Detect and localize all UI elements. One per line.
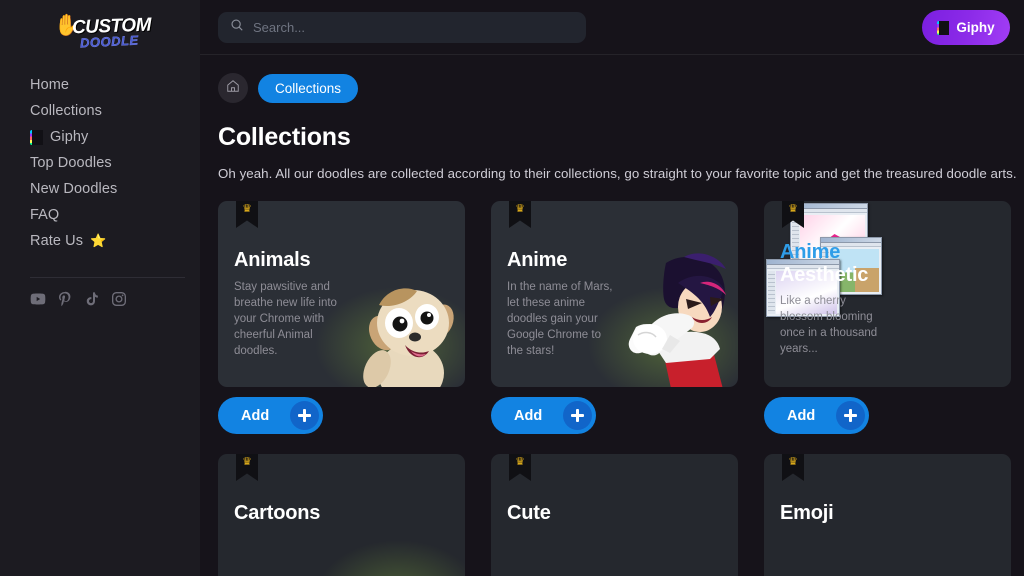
sidebar-item-collections[interactable]: Collections bbox=[30, 98, 200, 124]
page-title: Collections bbox=[218, 123, 351, 151]
plus-icon bbox=[836, 401, 865, 430]
plus-icon bbox=[563, 401, 592, 430]
logo-word-bottom: DOODLE bbox=[79, 32, 139, 51]
add-button-label: Add bbox=[787, 407, 816, 424]
search-placeholder: Search... bbox=[253, 19, 306, 35]
card-title-text: Cartoons bbox=[234, 502, 321, 524]
collection-cell: ♛ Anime Aesthetic Like a cherry blossom … bbox=[764, 201, 1011, 434]
collection-card-cute[interactable]: ♛ Cute bbox=[491, 454, 738, 576]
card-title: Anime bbox=[507, 249, 567, 272]
card-title: Cartoons bbox=[234, 502, 320, 525]
card-title-text: Emoji bbox=[780, 502, 834, 524]
emoji-art bbox=[881, 530, 1011, 576]
search-icon bbox=[230, 18, 244, 37]
collection-cell: ♛ Emoji bbox=[764, 454, 1011, 576]
app-logo[interactable]: ✋ CUSTOM DOODLE bbox=[0, 0, 200, 56]
social-links bbox=[30, 291, 127, 307]
card-title: Animals bbox=[234, 249, 311, 272]
youtube-icon[interactable] bbox=[30, 291, 46, 307]
add-button[interactable]: Add bbox=[491, 397, 596, 434]
instagram-icon[interactable] bbox=[111, 291, 127, 307]
collection-card-anime-aesthetic[interactable]: ♛ Anime Aesthetic Like a cherry blossom … bbox=[764, 201, 1011, 387]
giphy-button[interactable]: Giphy bbox=[922, 10, 1010, 45]
collection-cell: ♛ Anime In the name of Mars, let these a… bbox=[491, 201, 738, 434]
app-root: ✋ CUSTOM DOODLE Home Collections Giphy T… bbox=[0, 0, 1024, 576]
giphy-button-label: Giphy bbox=[956, 20, 995, 35]
add-button[interactable]: Add bbox=[218, 397, 323, 434]
search-input[interactable]: Search... bbox=[218, 11, 586, 43]
collection-card-emoji[interactable]: ♛ Emoji bbox=[764, 454, 1011, 576]
breadcrumb: Collections bbox=[200, 55, 1024, 103]
cute-art bbox=[608, 530, 738, 576]
sidebar-item-giphy[interactable]: Giphy bbox=[30, 124, 200, 150]
main-content: Search... Giphy Collections Collections … bbox=[200, 0, 1024, 576]
collection-card-animals[interactable]: ♛ Animals Stay pawsitive and breathe new… bbox=[218, 201, 465, 387]
card-title: Cute bbox=[507, 502, 551, 525]
sidebar-item-top-doodles[interactable]: Top Doodles bbox=[30, 150, 200, 176]
sidebar-item-label: New Doodles bbox=[30, 181, 118, 197]
top-header: Search... Giphy bbox=[200, 0, 1024, 55]
card-description: Like a cherry blossom blooming once in a… bbox=[780, 295, 878, 355]
add-button-label: Add bbox=[514, 407, 543, 424]
sidebar-item-label: Collections bbox=[30, 103, 103, 119]
page-description: Oh yeah. All our doodles are collected a… bbox=[218, 166, 1017, 181]
sidebar: ✋ CUSTOM DOODLE Home Collections Giphy T… bbox=[0, 0, 200, 576]
anime-girl-art bbox=[628, 253, 726, 387]
sidebar-item-label: Rate Us bbox=[30, 233, 84, 249]
sidebar-item-label: Home bbox=[30, 77, 70, 93]
breadcrumb-home-button[interactable] bbox=[218, 73, 248, 103]
card-title-text: Aesthetic bbox=[780, 264, 869, 286]
sidebar-item-label: FAQ bbox=[30, 207, 60, 223]
sidebar-item-home[interactable]: Home bbox=[30, 72, 200, 98]
breadcrumb-current[interactable]: Collections bbox=[258, 73, 359, 103]
collection-card-anime[interactable]: ♛ Anime In the name of Mars, let these a… bbox=[491, 201, 738, 387]
pinterest-icon[interactable] bbox=[57, 291, 73, 307]
collection-card-cartoons[interactable]: ♛ Cartoons bbox=[218, 454, 465, 576]
card-title-text: Cute bbox=[507, 502, 551, 524]
cartoon-art bbox=[335, 530, 465, 576]
giphy-icon bbox=[937, 20, 950, 35]
home-icon bbox=[226, 79, 240, 98]
sidebar-divider bbox=[30, 277, 185, 278]
card-description: Stay pawsitive and breathe new life into… bbox=[234, 281, 337, 357]
collection-cell: ♛ Cartoons bbox=[218, 454, 465, 576]
card-title-text: Animals bbox=[234, 249, 311, 271]
tiktok-icon[interactable] bbox=[84, 291, 100, 307]
giphy-icon bbox=[30, 129, 43, 145]
sidebar-item-label: Giphy bbox=[50, 129, 89, 145]
collection-cell: ♛ Cute bbox=[491, 454, 738, 576]
card-description: In the name of Mars, let these anime doo… bbox=[507, 281, 613, 357]
collection-cell: ♛ Animals Stay pawsitive and breathe new… bbox=[218, 201, 465, 434]
card-title: Emoji bbox=[780, 502, 834, 525]
sidebar-item-new-doodles[interactable]: New Doodles bbox=[30, 176, 200, 202]
card-title-text: Anime bbox=[507, 249, 568, 271]
star-icon: ⭐ bbox=[90, 233, 107, 248]
sidebar-item-faq[interactable]: FAQ bbox=[30, 202, 200, 228]
sidebar-item-rate-us[interactable]: Rate Us ⭐ bbox=[30, 228, 200, 254]
dog-art bbox=[363, 288, 454, 387]
add-button-label: Add bbox=[241, 407, 270, 424]
collections-grid: ♛ Animals Stay pawsitive and breathe new… bbox=[218, 201, 1024, 576]
card-title: Anime Aesthetic bbox=[780, 241, 868, 287]
sidebar-nav: Home Collections Giphy Top Doodles New D… bbox=[0, 72, 200, 254]
plus-icon bbox=[290, 401, 319, 430]
add-button[interactable]: Add bbox=[764, 397, 869, 434]
sidebar-item-label: Top Doodles bbox=[30, 155, 112, 171]
card-title-accent: Anime bbox=[780, 241, 841, 263]
